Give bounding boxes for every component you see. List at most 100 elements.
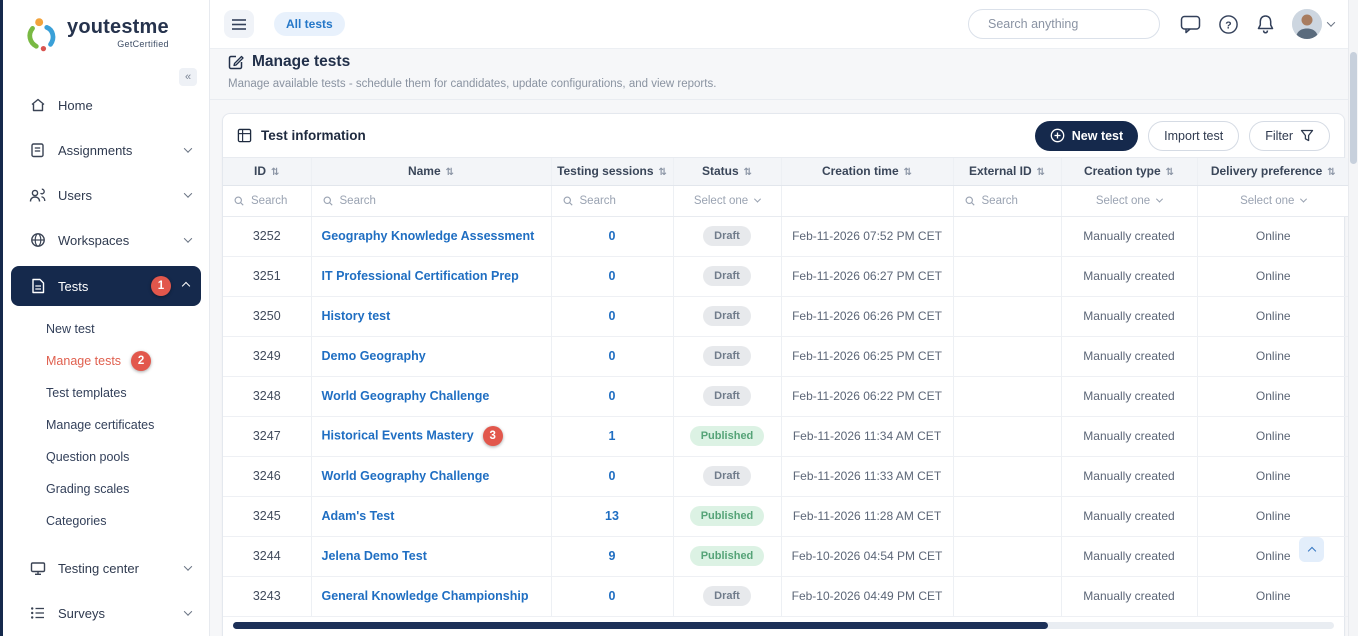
column-header-created[interactable]: Creation time⇅	[781, 158, 953, 185]
avatar	[1292, 9, 1322, 39]
filter-button[interactable]: Filter	[1249, 121, 1330, 151]
column-header-id[interactable]: ID⇅	[223, 158, 311, 185]
column-header-sessions[interactable]: Testing sessions⇅	[551, 158, 673, 185]
column-search-input[interactable]: Search	[954, 195, 1061, 207]
column-select[interactable]: Select one	[674, 195, 781, 207]
filter-cell-delivery: Select one	[1197, 185, 1349, 216]
sidebar-item-workspaces[interactable]: Workspaces	[3, 221, 209, 259]
status-badge: Draft	[703, 386, 751, 406]
column-header-external_id[interactable]: External ID⇅	[953, 158, 1061, 185]
cell-creation-time: Feb-11-2026 06:25 PM CET	[781, 336, 953, 376]
chat-button[interactable]	[1180, 15, 1201, 34]
global-search[interactable]	[968, 9, 1160, 39]
table-row: 3245 Adam's Test 13 PublishedFeb-11-2026 11…	[223, 496, 1349, 536]
test-name-link[interactable]: World Geography Challenge	[322, 389, 490, 403]
test-name-link[interactable]: General Knowledge Championship	[322, 589, 529, 603]
cell-creation-time: Feb-11-2026 11:34 AM CET	[781, 416, 953, 456]
tab-all-tests[interactable]: All tests	[274, 12, 345, 36]
sessions-link[interactable]: 0	[609, 389, 616, 403]
test-name-link[interactable]: World Geography Challenge	[322, 469, 490, 483]
sessions-link[interactable]: 13	[605, 509, 619, 523]
sidebar-item-testing-center[interactable]: Testing center	[3, 549, 209, 587]
sidebar-item-grading-scales[interactable]: Grading scales	[3, 473, 209, 505]
sort-icon[interactable]: ⇅	[904, 167, 912, 178]
status-badge: Draft	[703, 346, 751, 366]
column-select[interactable]: Select one	[1062, 195, 1197, 207]
sort-icon[interactable]: ⇅	[659, 167, 667, 178]
horizontal-scrollbar-thumb[interactable]	[233, 622, 1048, 629]
column-header-creation_type[interactable]: Creation type⇅	[1061, 158, 1197, 185]
status-badge: Draft	[703, 586, 751, 606]
sessions-link[interactable]: 1	[609, 429, 616, 443]
topbar-icons: ?	[1180, 9, 1334, 39]
sessions-link[interactable]: 0	[609, 309, 616, 323]
cell-delivery: Online	[1197, 456, 1349, 496]
sessions-link[interactable]: 0	[609, 349, 616, 363]
sessions-link[interactable]: 0	[609, 469, 616, 483]
sidebar-item-manage-tests[interactable]: Manage tests 2	[3, 345, 209, 377]
sidebar-toggle-button[interactable]	[224, 10, 254, 38]
cell-id: 3250	[223, 296, 311, 336]
sort-icon[interactable]: ⇅	[1037, 167, 1045, 178]
cell-creation-type: Manually created	[1061, 456, 1197, 496]
sidebar-item-test-templates[interactable]: Test templates	[3, 377, 209, 409]
main-content: Manage tests Manage available tests - sc…	[210, 48, 1348, 636]
column-header-delivery[interactable]: Delivery preference⇅	[1197, 158, 1349, 185]
sessions-link[interactable]: 9	[609, 549, 616, 563]
sort-icon[interactable]: ⇅	[271, 167, 279, 178]
cell-creation-time: Feb-11-2026 11:28 AM CET	[781, 496, 953, 536]
column-header-status[interactable]: Status⇅	[673, 158, 781, 185]
sort-icon[interactable]: ⇅	[446, 167, 454, 178]
sidebar-item-surveys[interactable]: Surveys	[3, 594, 209, 632]
vertical-scrollbar[interactable]	[1348, 0, 1358, 636]
column-search-input[interactable]: Search	[312, 195, 551, 207]
cell-status: Draft	[673, 456, 781, 496]
sidebar-item-categories[interactable]: Categories	[3, 505, 209, 537]
cell-creation-type: Manually created	[1061, 416, 1197, 456]
sort-icon[interactable]: ⇅	[744, 167, 752, 178]
column-search-input[interactable]: Search	[552, 195, 673, 207]
sort-icon[interactable]: ⇅	[1166, 167, 1174, 178]
notifications-button[interactable]	[1256, 14, 1275, 35]
select-placeholder: Select one	[1240, 195, 1294, 207]
sidebar-item-assignments[interactable]: Assignments	[3, 131, 209, 169]
sessions-link[interactable]: 0	[609, 269, 616, 283]
window-edge	[0, 0, 3, 636]
column-search-input[interactable]: Search	[223, 195, 311, 207]
sidebar-collapse-button[interactable]: «	[179, 68, 197, 86]
cell-status: Published	[673, 496, 781, 536]
vertical-scrollbar-thumb[interactable]	[1350, 52, 1357, 164]
new-test-button[interactable]: New test	[1035, 121, 1138, 151]
sort-icon[interactable]: ⇅	[1327, 167, 1335, 178]
help-button[interactable]: ?	[1218, 14, 1239, 35]
column-header-name[interactable]: Name⇅	[311, 158, 551, 185]
user-menu[interactable]	[1292, 9, 1334, 39]
filter-cell-sessions: Search	[551, 185, 673, 216]
test-name-link[interactable]: Demo Geography	[322, 349, 426, 363]
import-test-button[interactable]: Import test	[1148, 121, 1239, 151]
test-name-link[interactable]: Adam's Test	[322, 509, 395, 523]
horizontal-scrollbar[interactable]	[233, 622, 1334, 629]
sidebar-item-tests[interactable]: Tests 1	[11, 266, 201, 306]
table-row: 3243General Knowledge Championship0Draft…	[223, 576, 1349, 616]
sidebar-item-question-pools[interactable]: Question pools	[3, 441, 209, 473]
cell-creation-time: Feb-10-2026 04:49 PM CET	[781, 576, 953, 616]
sidebar-item-users[interactable]: Users	[3, 176, 209, 214]
table-icon	[237, 128, 252, 143]
sidebar-item-home[interactable]: Home	[3, 86, 209, 124]
sessions-link[interactable]: 0	[609, 589, 616, 603]
test-name-link[interactable]: Geography Knowledge Assessment	[322, 229, 535, 243]
search-input[interactable]	[988, 17, 1149, 31]
sessions-link[interactable]: 0	[609, 229, 616, 243]
test-name-link[interactable]: IT Professional Certification Prep	[322, 269, 519, 283]
cell-status: Draft	[673, 336, 781, 376]
column-select[interactable]: Select one	[1198, 195, 1350, 207]
test-name-link[interactable]: Jelena Demo Test	[322, 549, 427, 563]
scroll-to-top-button[interactable]	[1299, 537, 1324, 562]
sidebar-item-new-test[interactable]: New test	[3, 313, 209, 345]
test-name-link[interactable]: History test	[322, 309, 391, 323]
cell-external-id	[953, 536, 1061, 576]
cell-id: 3245	[223, 496, 311, 536]
test-name-link[interactable]: Historical Events Mastery	[322, 428, 474, 442]
sidebar-item-manage-certificates[interactable]: Manage certificates	[3, 409, 209, 441]
